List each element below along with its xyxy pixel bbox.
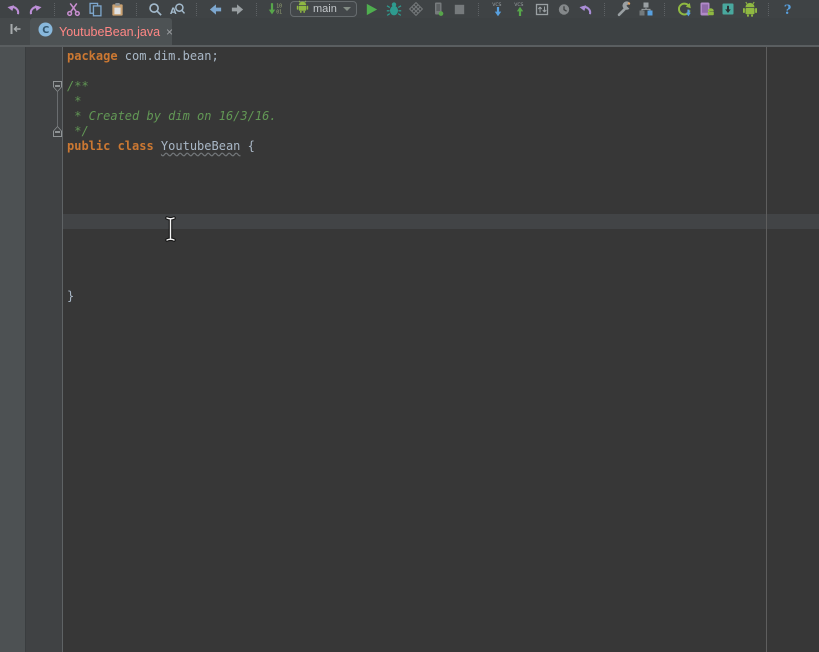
android-robot-icon	[296, 0, 309, 18]
code-line[interactable]	[67, 184, 277, 199]
recent-changes-icon[interactable]	[553, 0, 575, 18]
find-icon[interactable]	[144, 0, 166, 18]
code-token: */	[67, 124, 89, 138]
vcs-update-icon[interactable]: VCS	[487, 0, 509, 18]
project-structure-icon[interactable]	[635, 0, 657, 18]
code-token: }	[67, 289, 75, 303]
tab-close-icon[interactable]: ×	[166, 26, 173, 38]
run-config-label: main	[313, 3, 337, 15]
sync-gradle-icon[interactable]	[673, 0, 695, 18]
code-token: YoutubeBean	[160, 139, 241, 153]
toolwindow-collapse-button[interactable]	[0, 18, 30, 45]
run-icon[interactable]	[361, 0, 383, 18]
run-config-select[interactable]: main	[290, 0, 357, 18]
code-line[interactable]: public class YoutubeBean {	[67, 139, 277, 154]
ide-window: A 10 01 main VCS VCS ? C YoutubeBean.jav…	[0, 0, 819, 652]
svg-text:10: 10	[276, 3, 282, 9]
redo-icon[interactable]	[24, 0, 46, 18]
avd-manager-icon[interactable]	[695, 0, 717, 18]
svg-text:01: 01	[276, 9, 282, 15]
undo-icon[interactable]	[2, 0, 24, 18]
debug-icon[interactable]	[383, 0, 405, 18]
code-line[interactable]	[67, 154, 277, 169]
code-line[interactable]	[67, 169, 277, 184]
class-icon: C	[38, 22, 53, 42]
main-toolbar: A 10 01 main VCS VCS ?	[0, 0, 819, 18]
fold-start-marker[interactable]	[53, 81, 62, 92]
code-line[interactable]: *	[67, 94, 277, 109]
stop-icon[interactable]	[449, 0, 471, 18]
code-line[interactable]	[67, 199, 277, 214]
fold-end-marker[interactable]	[53, 126, 62, 137]
code-line[interactable]: * Created by dim on 16/3/16.	[67, 109, 277, 124]
code-line[interactable]: /**	[67, 79, 277, 94]
back-icon[interactable]	[204, 0, 226, 18]
tab-label: YoutubeBean.java	[59, 24, 161, 39]
rollback-icon[interactable]	[575, 0, 597, 18]
fold-region-line	[57, 92, 58, 126]
sdk-manager-icon[interactable]	[717, 0, 739, 18]
paste-icon[interactable]	[106, 0, 128, 18]
replace-icon[interactable]: A	[166, 0, 188, 18]
toolbar-separator	[46, 0, 62, 18]
vcs-commit-icon[interactable]: VCS	[509, 0, 531, 18]
help-icon[interactable]: ?	[777, 0, 799, 18]
code-line[interactable]: package com.dim.bean;	[67, 49, 277, 64]
code-line[interactable]	[67, 64, 277, 79]
code-line[interactable]	[67, 274, 277, 289]
settings-icon[interactable]	[613, 0, 635, 18]
chevron-down-icon	[342, 7, 351, 11]
toolbar-separator	[248, 0, 264, 18]
copy-icon[interactable]	[84, 0, 106, 18]
toolwindow-collapse-icon	[7, 21, 23, 42]
toolbar-separator	[128, 0, 144, 18]
compile-icon[interactable]: 10 01	[264, 0, 286, 18]
device-monitor-icon[interactable]	[739, 0, 761, 18]
code-line[interactable]	[67, 259, 277, 274]
code-token: {	[240, 139, 255, 153]
editor-gutter[interactable]	[26, 47, 63, 652]
toolbar-separator	[471, 0, 487, 18]
attach-debugger-icon[interactable]	[427, 0, 449, 18]
cut-icon[interactable]	[62, 0, 84, 18]
compare-icon[interactable]	[531, 0, 553, 18]
toolwindow-stripe	[0, 47, 26, 652]
code-token: * Created by dim on 16/3/16.	[67, 109, 277, 123]
toolbar-separator	[657, 0, 673, 18]
toolbar-separator	[761, 0, 777, 18]
toolbar-separator	[188, 0, 204, 18]
tab-youtubebean-java[interactable]: C YoutubeBean.java ×	[30, 18, 173, 45]
code-token: com.dim.bean;	[124, 49, 219, 63]
code-token: package	[67, 49, 125, 63]
forward-icon[interactable]	[226, 0, 248, 18]
code-line[interactable]	[67, 214, 277, 229]
svg-text:C: C	[42, 25, 49, 36]
toolbar-separator	[597, 0, 613, 18]
code-line[interactable]	[67, 229, 277, 244]
code-content: package com.dim.bean; /** * * Created by …	[67, 49, 277, 304]
code-token: public class	[67, 139, 161, 153]
code-line[interactable]: }	[67, 289, 277, 304]
svg-text:VCS: VCS	[514, 2, 523, 8]
svg-text:VCS: VCS	[492, 2, 501, 8]
code-line[interactable]	[67, 244, 277, 259]
code-token: *	[67, 94, 82, 108]
coverage-icon[interactable]	[405, 0, 427, 18]
code-line[interactable]: */	[67, 124, 277, 139]
svg-text:?: ?	[784, 2, 791, 17]
code-token: /**	[67, 79, 89, 93]
right-margin-guide	[766, 47, 767, 652]
